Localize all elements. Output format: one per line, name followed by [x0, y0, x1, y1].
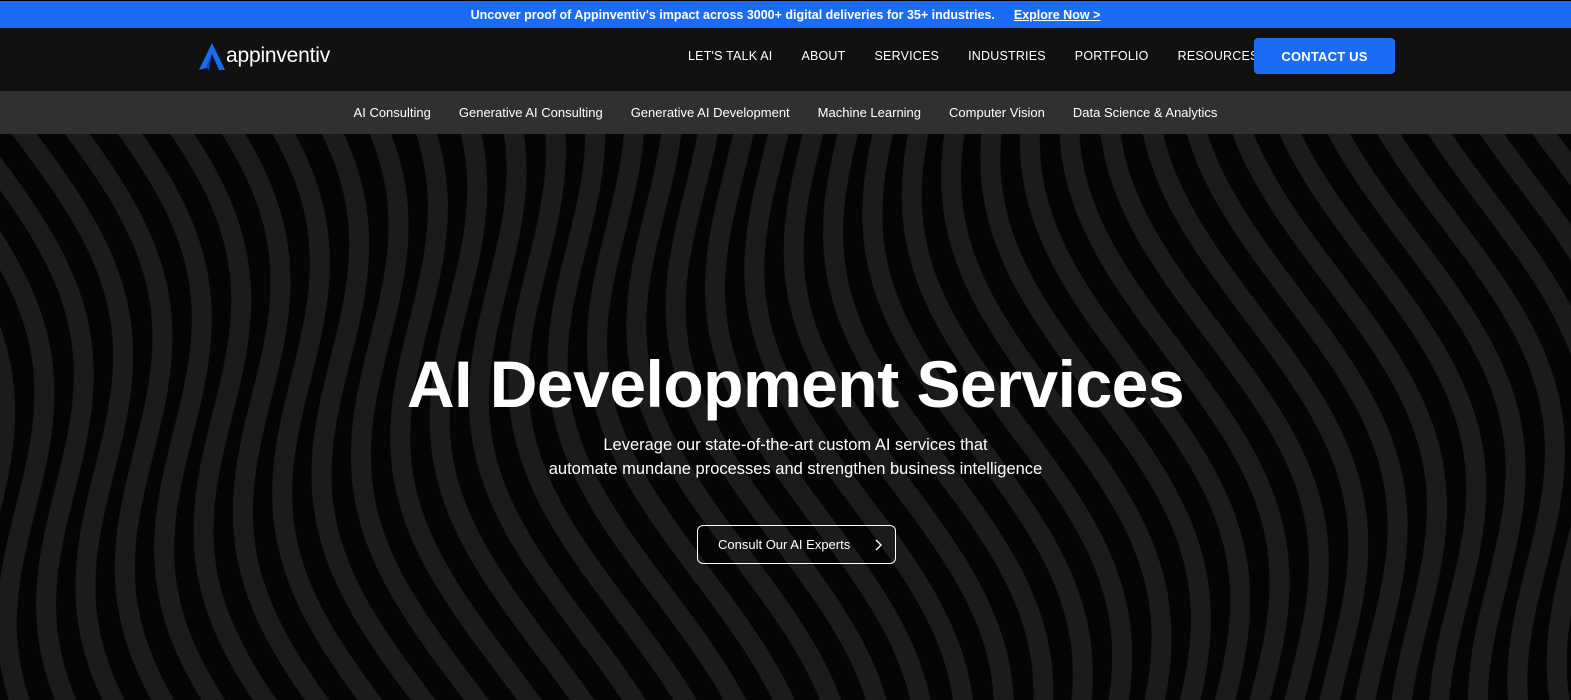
subnav-item-ai-consulting[interactable]: AI Consulting	[354, 105, 431, 120]
announcement-bar: Uncover proof of Appinventiv's impact ac…	[0, 0, 1571, 28]
hero-title: AI Development Services	[406, 347, 1185, 421]
consult-ai-experts-button[interactable]: Consult Our AI Experts	[697, 525, 896, 564]
subnav-item-generative-ai-consulting[interactable]: Generative AI Consulting	[459, 105, 603, 120]
explore-now-link[interactable]: Explore Now >	[1014, 8, 1100, 22]
nav-item-resources[interactable]: RESOURCES	[1178, 49, 1259, 63]
cta-label: Consult Our AI Experts	[718, 537, 851, 552]
nav-item-portfolio[interactable]: PORTFOLIO	[1075, 49, 1149, 63]
nav-item-about[interactable]: ABOUT	[801, 49, 845, 63]
subnav-item-generative-ai-development[interactable]: Generative AI Development	[631, 105, 790, 120]
announcement-text: Uncover proof of Appinventiv's impact ac…	[470, 7, 995, 22]
nav-item-industries[interactable]: INDUSTRIES	[968, 49, 1046, 63]
hero-subtitle-line-2: automate mundane processes and strengthe…	[548, 460, 1043, 478]
hero-section: AI Development Services Leverage our sta…	[0, 134, 1571, 700]
main-nav: LET'S TALK AI ABOUT SERVICES INDUSTRIES …	[688, 28, 1288, 83]
services-subnav: AI Consulting Generative AI Consulting G…	[0, 91, 1571, 134]
nav-item-services[interactable]: SERVICES	[875, 49, 940, 63]
chevron-right-icon	[875, 539, 882, 551]
nav-item-lets-talk-ai[interactable]: LET'S TALK AI	[688, 49, 772, 63]
appinventiv-logo-icon	[199, 43, 225, 70]
subnav-item-machine-learning[interactable]: Machine Learning	[818, 105, 921, 120]
hero-subtitle-line-1: Leverage our state-of-the-art custom AI …	[603, 436, 988, 454]
logo-text: appinventiv	[226, 44, 331, 67]
subnav-item-computer-vision[interactable]: Computer Vision	[949, 105, 1045, 120]
subnav-item-data-science-analytics[interactable]: Data Science & Analytics	[1073, 105, 1218, 120]
logo[interactable]: appinventiv	[197, 41, 330, 71]
main-header: appinventiv LET'S TALK AI ABOUT SERVICES…	[0, 28, 1571, 91]
contact-us-button[interactable]: CONTACT US	[1254, 38, 1395, 74]
